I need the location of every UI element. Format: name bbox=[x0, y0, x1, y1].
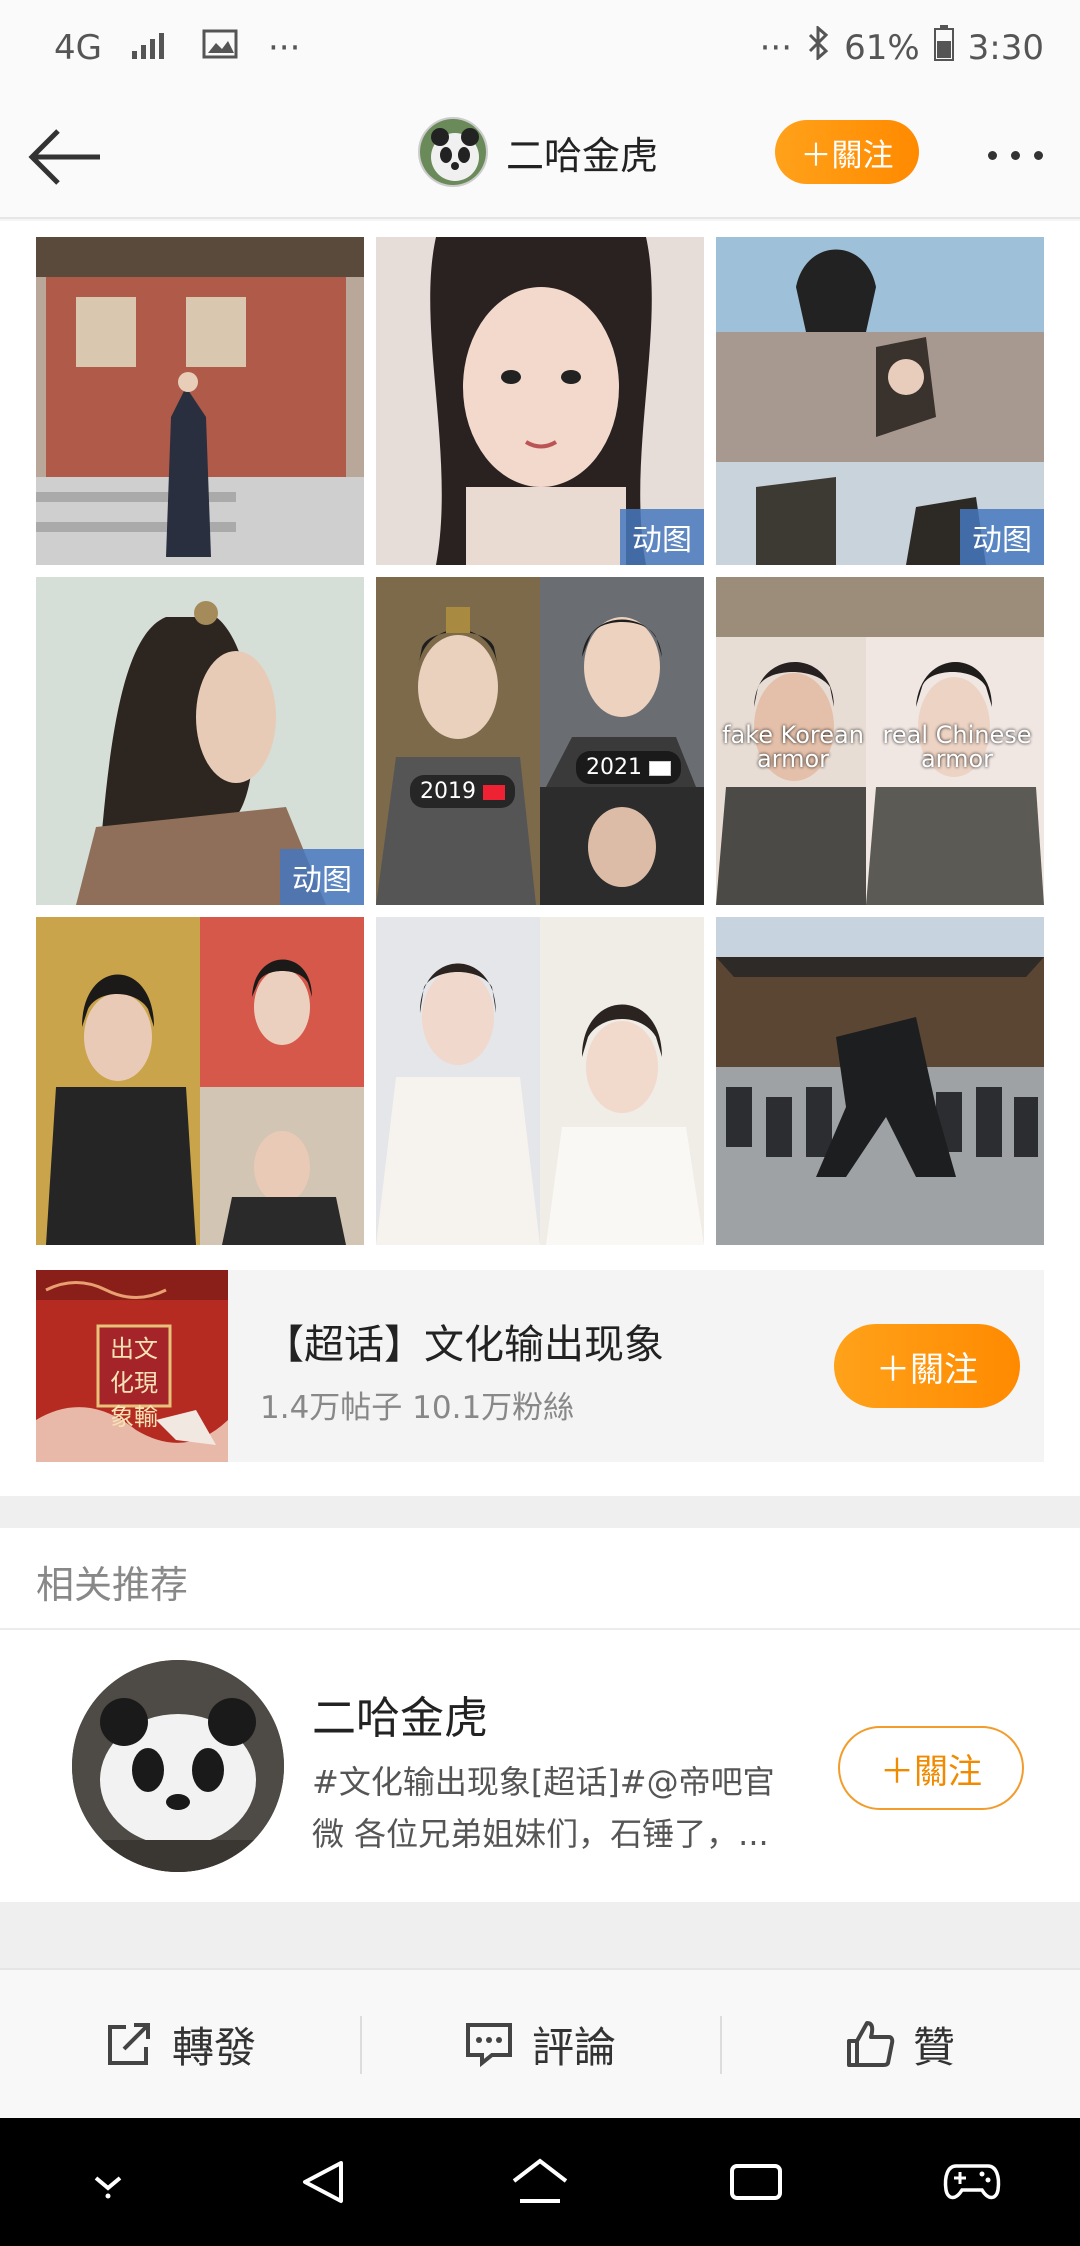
battery-percent: 61% bbox=[844, 27, 920, 68]
more-status-dots: ··· bbox=[267, 27, 301, 68]
like-button[interactable]: 贊 bbox=[720, 1970, 1080, 2118]
related-user-desc: #文化输出现象[超话]#@帝吧官 微 各位兄弟姐妹们，石锤了，... bbox=[312, 1756, 832, 1860]
post-action-bar: 轉發 評論 贊 bbox=[0, 1968, 1080, 2118]
grid-image-4[interactable]: 动图 bbox=[36, 577, 364, 905]
recents-nav-button[interactable] bbox=[716, 2142, 796, 2222]
gamepad-icon bbox=[943, 2164, 1001, 2200]
signal-icon bbox=[131, 28, 172, 68]
tile-caption: fake Korean armor real Chinese armor bbox=[716, 723, 1044, 771]
more-status-dots-right: ··· bbox=[759, 27, 793, 68]
gif-badge: 动图 bbox=[960, 509, 1044, 565]
game-tools-button[interactable] bbox=[932, 2142, 1012, 2222]
grid-image-9[interactable] bbox=[716, 917, 1044, 1245]
topic-title: 【超话】文化输出现象 bbox=[264, 1322, 664, 1368]
page-title: 二哈金虎 bbox=[506, 133, 659, 178]
follow-button[interactable]: ＋關注 bbox=[775, 120, 919, 184]
topic-stats: 1.4万帖子 10.1万粉絲 bbox=[260, 1390, 575, 1426]
back-nav-button[interactable] bbox=[284, 2142, 364, 2222]
home-nav-button[interactable] bbox=[500, 2142, 580, 2222]
desc-line: #文化输出现象[超话]#@帝吧官 bbox=[312, 1763, 775, 1801]
section-divider bbox=[0, 1902, 1080, 1968]
back-button[interactable] bbox=[28, 117, 108, 197]
dot-icon bbox=[987, 150, 997, 160]
chevron-down-icon bbox=[94, 2176, 122, 2199]
comment-button[interactable]: 評論 bbox=[360, 1970, 720, 2118]
dot-icon bbox=[1033, 150, 1043, 160]
back-triangle-icon bbox=[303, 2161, 343, 2203]
recents-icon bbox=[730, 2164, 782, 2200]
year-label-2021: 2021 bbox=[576, 751, 681, 784]
image-grid: 动图 动图 动图 2019 2021 fake Korean armor rea… bbox=[36, 237, 1044, 1245]
tile-label: real Chinese armor bbox=[882, 721, 1032, 773]
topic-follow-button[interactable]: ＋關注 bbox=[834, 1324, 1020, 1408]
grid-image-5[interactable]: 2019 2021 bbox=[376, 577, 704, 905]
tile-label: fake Korean armor bbox=[722, 721, 864, 773]
repost-button[interactable]: 轉發 bbox=[0, 1970, 360, 2118]
grid-image-1[interactable] bbox=[36, 237, 364, 565]
hide-keyboard-button[interactable] bbox=[68, 2142, 148, 2222]
related-follow-button[interactable]: ＋關注 bbox=[838, 1726, 1024, 1810]
grid-image-7[interactable] bbox=[36, 917, 364, 1245]
network-label: 4G bbox=[54, 27, 102, 68]
repost-label: 轉發 bbox=[171, 2022, 256, 2072]
system-nav-bar bbox=[0, 2118, 1080, 2246]
tile-label: 2019 bbox=[420, 779, 476, 804]
dot-icon bbox=[1010, 150, 1020, 160]
desc-line: 微 各位兄弟姐妹们，石锤了，... bbox=[312, 1815, 769, 1853]
grid-image-3[interactable]: 动图 bbox=[716, 237, 1044, 565]
avatar[interactable] bbox=[418, 117, 488, 187]
comment-icon bbox=[465, 2023, 512, 2068]
tile-label: 2021 bbox=[586, 755, 642, 780]
post-content: 动图 动图 动图 2019 2021 fake Korean armor rea… bbox=[0, 221, 1080, 1496]
repost-icon bbox=[107, 2023, 150, 2065]
flag-icon bbox=[483, 784, 505, 800]
related-header: 相关推荐 bbox=[0, 1528, 1080, 1630]
related-user-avatar[interactable] bbox=[72, 1660, 284, 1872]
bluetooth-icon bbox=[806, 24, 830, 69]
topic-card[interactable]: 出文化現象輸 【超话】文化输出现象 1.4万帖子 10.1万粉絲 ＋關注 bbox=[36, 1270, 1044, 1462]
section-divider bbox=[0, 1496, 1080, 1528]
year-label-2019: 2019 bbox=[410, 775, 515, 808]
grid-image-6[interactable]: fake Korean armor real Chinese armor bbox=[716, 577, 1044, 905]
top-nav-bar: 二哈金虎 ＋關注 bbox=[0, 95, 1080, 219]
status-bar: 4G ··· ··· 61% 3:30 bbox=[0, 0, 1080, 95]
like-label: 贊 bbox=[912, 2022, 955, 2072]
related-title: 相关推荐 bbox=[36, 1563, 189, 1607]
grid-image-2[interactable]: 动图 bbox=[376, 237, 704, 565]
topic-image[interactable]: 出文化現象輸 bbox=[36, 1270, 228, 1462]
battery-icon bbox=[933, 25, 954, 70]
nav-user[interactable]: 二哈金虎 bbox=[418, 117, 658, 187]
thumbs-up-icon bbox=[846, 2021, 895, 2067]
grid-image-8[interactable] bbox=[376, 917, 704, 1245]
topic-image-text: 出文化現象輸 bbox=[110, 1335, 158, 1431]
more-options-button[interactable] bbox=[975, 135, 1055, 175]
gif-badge: 动图 bbox=[280, 849, 364, 905]
flag-icon bbox=[649, 760, 671, 776]
gif-badge: 动图 bbox=[620, 509, 704, 565]
back-arrow-icon bbox=[28, 129, 100, 185]
related-user-name[interactable]: 二哈金虎 bbox=[312, 1682, 488, 1746]
comment-label: 評論 bbox=[531, 2022, 616, 2072]
related-user-card[interactable]: 二哈金虎 #文化输出现象[超话]#@帝吧官 微 各位兄弟姐妹们，石锤了，... … bbox=[0, 1630, 1080, 1902]
clock: 3:30 bbox=[967, 27, 1044, 68]
home-icon bbox=[512, 2158, 568, 2203]
image-icon bbox=[202, 28, 238, 68]
